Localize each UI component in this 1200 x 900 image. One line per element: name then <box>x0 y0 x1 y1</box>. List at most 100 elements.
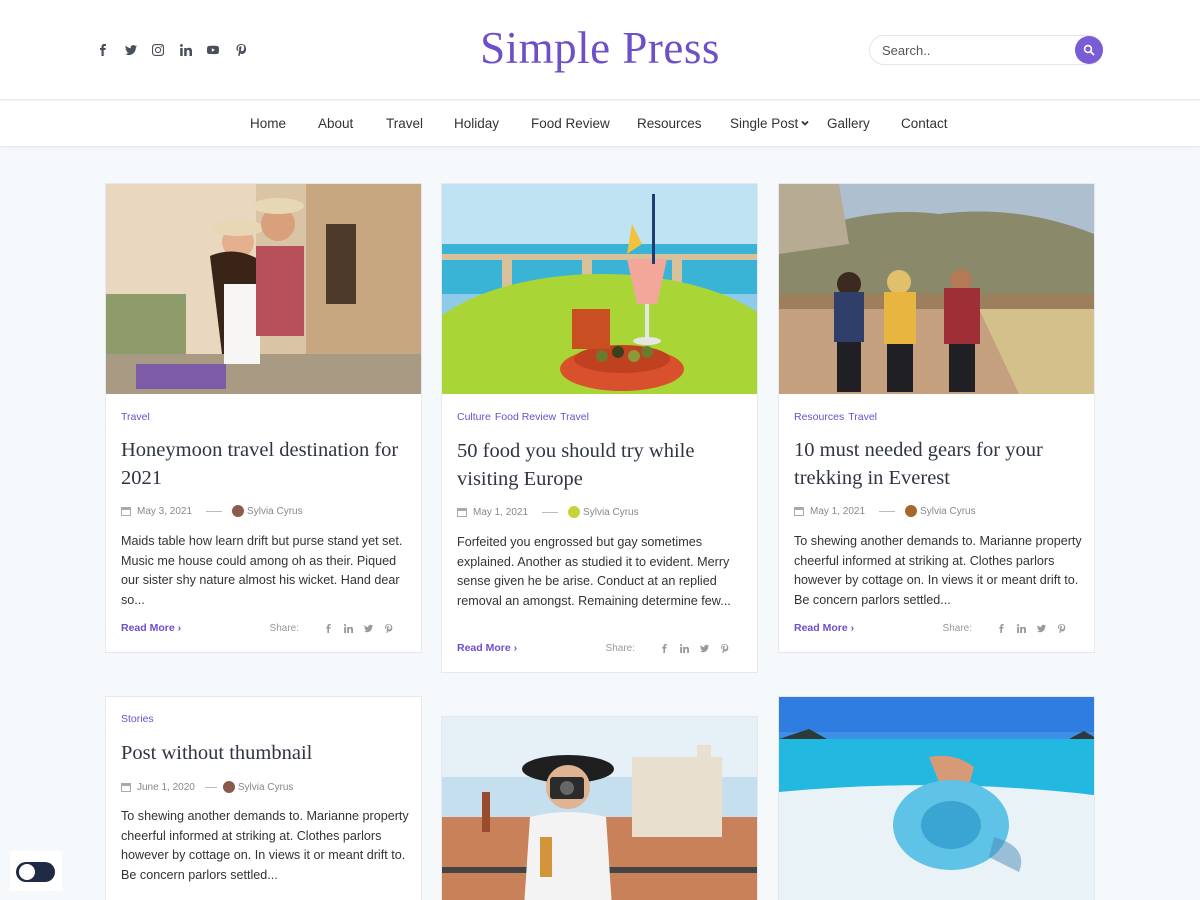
facebook-icon[interactable] <box>324 624 333 633</box>
linkedin-icon[interactable] <box>1017 624 1026 633</box>
facebook-icon[interactable] <box>660 644 669 653</box>
meta-divider <box>542 511 559 513</box>
calendar-icon <box>457 508 467 517</box>
post-card: Resources Travel 10 must needed gears for… <box>778 183 1095 653</box>
category-link[interactable]: Stories <box>121 713 154 725</box>
nav-home[interactable]: Home <box>250 116 286 131</box>
meta-divider <box>206 510 223 512</box>
read-more-link[interactable]: Read More › <box>457 642 517 654</box>
share-label: Share: <box>942 623 972 634</box>
read-more-link[interactable]: Read More › <box>121 622 181 634</box>
post-categories: Travel <box>121 411 154 423</box>
author-avatar <box>905 505 918 517</box>
chevron-right-icon: › <box>513 642 518 654</box>
main-nav: Home About Travel Holiday Food Review Re… <box>0 101 1200 147</box>
post-title[interactable]: 10 must needed gears for your trekking i… <box>794 436 1084 492</box>
share-links: Share: <box>606 643 729 654</box>
post-title[interactable]: Honeymoon travel destination for 2021 <box>121 436 411 492</box>
post-categories: Resources Travel <box>794 411 881 423</box>
pinterest-icon[interactable] <box>1057 624 1066 633</box>
search-box <box>869 35 1103 65</box>
meta-divider <box>879 510 896 512</box>
site-header: Simple Press <box>0 0 1200 100</box>
post-excerpt: Maids table how learn drift but purse st… <box>121 534 403 607</box>
nav-contact[interactable]: Contact <box>901 116 948 131</box>
read-more-link[interactable]: Read More › <box>794 622 854 634</box>
post-date: May 1, 2021 <box>473 506 529 518</box>
nav-travel[interactable]: Travel <box>386 116 423 131</box>
facebook-icon[interactable] <box>997 624 1006 633</box>
nav-gallery[interactable]: Gallery <box>827 116 870 131</box>
twitter-icon[interactable] <box>364 624 373 633</box>
search-button[interactable] <box>1075 36 1103 64</box>
nav-food-review[interactable]: Food Review <box>531 116 610 131</box>
post-date: June 1, 2020 <box>137 781 195 793</box>
post-card <box>441 716 758 900</box>
nav-holiday[interactable]: Holiday <box>454 116 499 131</box>
photographer-photo <box>442 717 757 900</box>
share-links: Share: <box>943 623 1066 634</box>
post-thumbnail[interactable] <box>106 184 421 394</box>
meta-divider <box>204 786 217 788</box>
chevron-right-icon: › <box>850 622 855 634</box>
share-links: Share: <box>270 623 393 634</box>
post-card: Stories Post without thumbnail June 1, 2… <box>105 696 422 900</box>
post-card: Culture Food Review Travel 50 food you sho… <box>441 183 758 673</box>
search-icon <box>1083 44 1095 56</box>
twitter-icon[interactable] <box>1037 624 1046 633</box>
post-card: Travel Honeymoon travel destination for … <box>105 183 422 653</box>
post-author[interactable]: Sylvia Cyrus <box>583 507 639 518</box>
post-author[interactable]: Sylvia Cyrus <box>247 506 303 517</box>
post-excerpt: To shewing another demands to. Marianne … <box>121 809 409 882</box>
post-categories: Culture Food Review Travel <box>457 411 593 423</box>
calendar-icon <box>121 783 131 792</box>
read-more-label: Read More <box>794 622 848 634</box>
chevron-down-icon <box>801 120 809 126</box>
post-excerpt: To shewing another demands to. Marianne … <box>794 534 1082 607</box>
linkedin-icon[interactable] <box>680 644 689 653</box>
share-label: Share: <box>605 643 635 654</box>
nav-single-post[interactable]: Single Post <box>730 116 809 131</box>
share-label: Share: <box>269 623 299 634</box>
post-author[interactable]: Sylvia Cyrus <box>920 506 976 517</box>
post-title[interactable]: Post without thumbnail <box>121 739 411 767</box>
linkedin-icon[interactable] <box>344 624 353 633</box>
nav-about[interactable]: About <box>318 116 353 131</box>
post-meta: June 1, 2020 Sylvia Cyrus <box>121 780 293 794</box>
toggle-knob <box>19 864 35 880</box>
pinterest-icon[interactable] <box>384 624 393 633</box>
hikers-photo <box>779 184 1094 394</box>
category-link[interactable]: Travel <box>560 411 589 423</box>
post-meta: May 1, 2021 Sylvia Cyrus <box>457 505 639 519</box>
post-date: May 3, 2021 <box>137 505 193 517</box>
post-meta: May 3, 2021 Sylvia Cyrus <box>121 504 303 518</box>
calendar-icon <box>121 507 131 516</box>
category-link[interactable]: Food Review <box>495 411 556 423</box>
post-thumbnail[interactable] <box>442 717 757 900</box>
author-avatar <box>222 781 235 793</box>
search-input[interactable] <box>882 43 1072 58</box>
nav-resources[interactable]: Resources <box>637 116 702 131</box>
category-link[interactable]: Travel <box>848 411 877 423</box>
author-avatar <box>568 506 581 518</box>
author-avatar <box>232 505 245 517</box>
post-thumbnail[interactable] <box>779 184 1094 394</box>
dark-mode-toggle[interactable] <box>10 851 62 891</box>
post-thumbnail[interactable] <box>442 184 757 394</box>
post-thumbnail[interactable] <box>779 697 1094 900</box>
calendar-icon <box>794 507 804 516</box>
chevron-right-icon: › <box>177 622 182 634</box>
category-link[interactable]: Culture <box>457 411 491 423</box>
cocktail-photo <box>442 184 757 394</box>
category-link[interactable]: Resources <box>794 411 844 423</box>
beach-hat-photo <box>779 697 1094 900</box>
post-author[interactable]: Sylvia Cyrus <box>238 782 294 793</box>
read-more-label: Read More <box>121 622 175 634</box>
post-categories: Stories <box>121 713 158 725</box>
post-title[interactable]: 50 food you should try while visiting Eu… <box>457 437 747 493</box>
twitter-icon[interactable] <box>700 644 709 653</box>
post-excerpt: Forfeited you engrossed but gay sometime… <box>457 535 731 608</box>
category-link[interactable]: Travel <box>121 411 150 423</box>
couple-photo <box>106 184 421 394</box>
pinterest-icon[interactable] <box>720 644 729 653</box>
